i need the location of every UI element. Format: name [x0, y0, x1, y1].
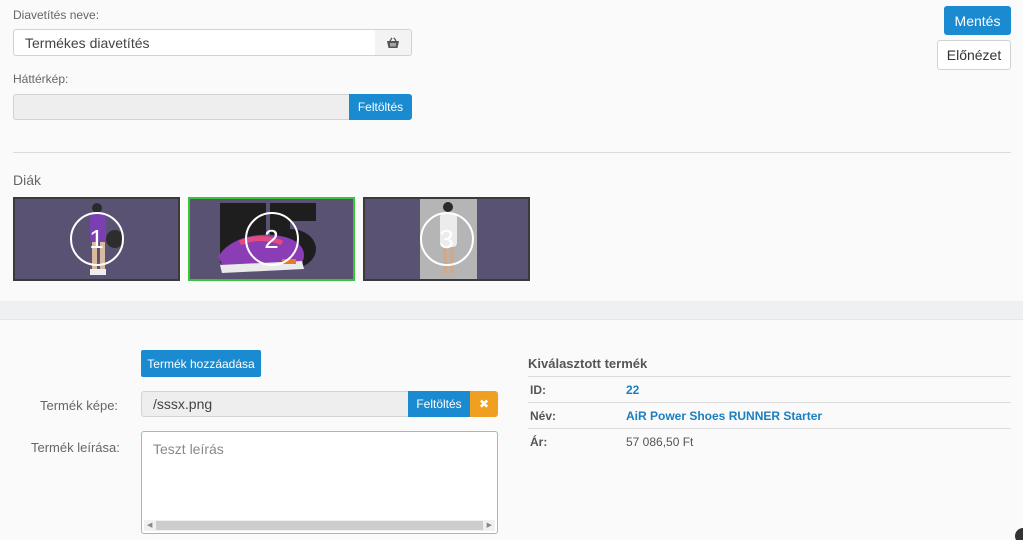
chat-bubble-icon[interactable]	[1015, 528, 1023, 540]
divider	[528, 402, 1011, 403]
slideshow-panel: Diavetítés neve: Termékes diavetítés Hát…	[0, 0, 1023, 301]
save-button[interactable]: Mentés	[944, 6, 1011, 35]
divider	[528, 428, 1011, 429]
add-product-button[interactable]: Termék hozzáadása	[141, 350, 261, 377]
preview-button[interactable]: Előnézet	[937, 40, 1011, 70]
slides-title: Diák	[13, 172, 42, 188]
divider	[528, 376, 1011, 377]
product-description-textarea[interactable]: Teszt leírás ◀ ▶	[141, 431, 498, 534]
selected-name-label: Név:	[530, 409, 557, 423]
slide-number: 2	[244, 212, 299, 266]
selected-price-label: Ár:	[530, 435, 548, 449]
selected-id-value[interactable]: 22	[626, 383, 639, 397]
background-image-label: Háttérkép:	[13, 72, 69, 86]
product-image-label: Termék képe:	[40, 398, 119, 413]
selected-id-label: ID:	[530, 383, 546, 397]
slideshow-name-label: Diavetítés neve:	[13, 8, 100, 22]
selected-product-title: Kiválasztott termék	[528, 356, 648, 371]
scroll-right-icon[interactable]: ▶	[487, 521, 492, 529]
slide-number: 3	[419, 212, 474, 266]
product-image-upload-button[interactable]: Feltöltés	[408, 391, 470, 417]
product-image-input[interactable]: /sssx.png	[141, 391, 409, 417]
slideshow-name-input[interactable]: Termékes diavetítés	[13, 29, 376, 56]
selected-name-value[interactable]: AiR Power Shoes RUNNER Starter	[626, 409, 822, 423]
clear-image-button[interactable]: ✖	[470, 391, 498, 417]
background-image-input[interactable]	[13, 94, 350, 120]
product-description-label: Termék leírása:	[31, 440, 120, 455]
slide-thumbnail-3[interactable]: 3	[363, 197, 530, 281]
horizontal-scrollbar[interactable]: ◀ ▶	[144, 520, 495, 531]
slide-number: 1	[69, 212, 124, 266]
selected-price-value: 57 086,50 Ft	[626, 435, 694, 449]
scroll-left-icon[interactable]: ◀	[147, 521, 152, 529]
product-description-text: Teszt leírás	[153, 441, 224, 457]
basket-button[interactable]	[375, 29, 412, 56]
scrollbar-thumb[interactable]	[156, 521, 483, 530]
background-upload-button[interactable]: Feltöltés	[349, 94, 412, 120]
divider	[13, 152, 1011, 153]
basket-icon	[387, 36, 399, 48]
slide-thumbnail-1[interactable]: 1	[13, 197, 180, 281]
slide-thumbnail-2[interactable]: 2	[188, 197, 355, 281]
